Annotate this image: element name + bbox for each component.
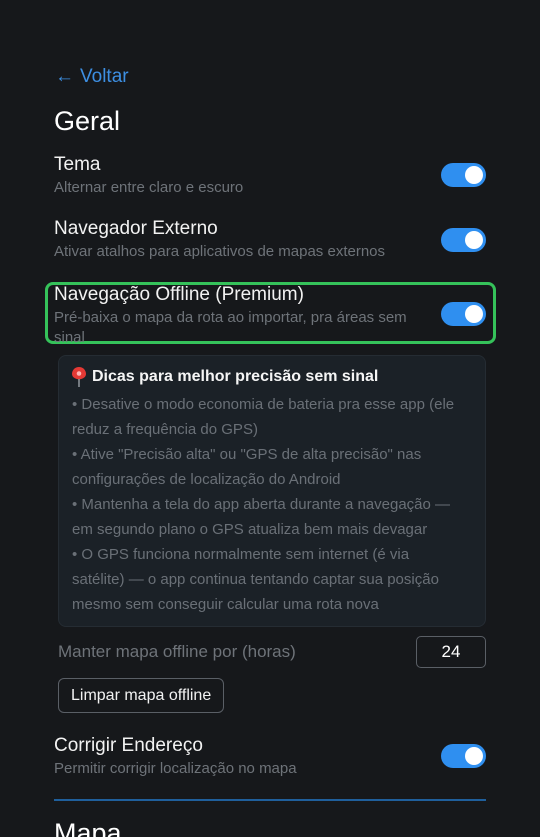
tips-list: • Desative o modo economia de bateria pr… [72,392,471,617]
tips-title-row: Dicas para melhor precisão sem sinal [72,366,471,388]
setting-external-navigator: Navegador Externo Ativar atalhos para ap… [54,217,486,262]
section-title-mapa: Mapa [54,818,122,837]
theme-toggle[interactable] [441,163,486,187]
tips-line: • Mantenha a tela do app aberta durante … [72,496,451,513]
setting-label: Navegação Offline (Premium) [54,284,304,305]
section-title-geral: Geral [54,106,121,136]
setting-label: Corrigir Endereço [54,735,203,756]
tips-line: em segundo plano o GPS atualiza bem mais… [72,521,428,538]
tips-line: • O GPS funciona normalmente sem interne… [72,546,410,563]
tips-line: mesmo sem conseguir calcular uma rota no… [72,596,379,613]
toggle-knob [465,166,483,184]
settings-page: ← Voltar Geral Tema Alternar entre claro… [0,0,540,837]
keep-offline-map-label: Manter mapa offline por (horas) [58,642,296,661]
tips-box: Dicas para melhor precisão sem sinal • D… [58,355,486,627]
setting-description: Pré-baixa o mapa da rota ao importar, pr… [54,309,407,346]
tips-line: • Desative o modo economia de bateria pr… [72,396,455,413]
back-label: Voltar [80,66,129,87]
setting-label: Navegador Externo [54,218,218,239]
back-arrow-icon: ← [55,66,74,87]
tips-line: reduz a frequência do GPS) [72,421,258,438]
setting-description: Ativar atalhos para aplicativos de mapas… [54,243,386,260]
toggle-knob [465,305,483,323]
tips-line: satélite) — o app continua tentando capt… [72,571,439,588]
keep-hours-input[interactable] [416,636,486,668]
tips-title: Dicas para melhor precisão sem sinal [92,368,379,385]
back-button[interactable]: ← Voltar [55,66,129,88]
clear-offline-map-button[interactable]: Limpar mapa offline [58,678,225,713]
external-navigator-toggle[interactable] [441,228,486,252]
setting-description: Alternar entre claro e escuro [54,179,244,196]
tips-line: • Ative "Precisão alta" ou "GPS de alta … [72,446,422,463]
setting-description: Permitir corrigir localização no mapa [54,760,297,777]
toggle-knob [465,747,483,765]
setting-correct-address: Corrigir Endereço Permitir corrigir loca… [54,734,486,779]
setting-offline-navigation: Navegação Offline (Premium) Pré-baixa o … [54,283,486,348]
section-divider [54,799,486,801]
tips-line: configurações de localização do Android [72,471,341,488]
correct-address-toggle[interactable] [441,744,486,768]
pin-icon [72,367,86,387]
setting-label: Tema [54,154,101,175]
toggle-knob [465,231,483,249]
keep-offline-map-row: Manter mapa offline por (horas) [58,636,486,669]
setting-tema: Tema Alternar entre claro e escuro [54,153,486,198]
offline-navigation-toggle[interactable] [441,302,486,326]
